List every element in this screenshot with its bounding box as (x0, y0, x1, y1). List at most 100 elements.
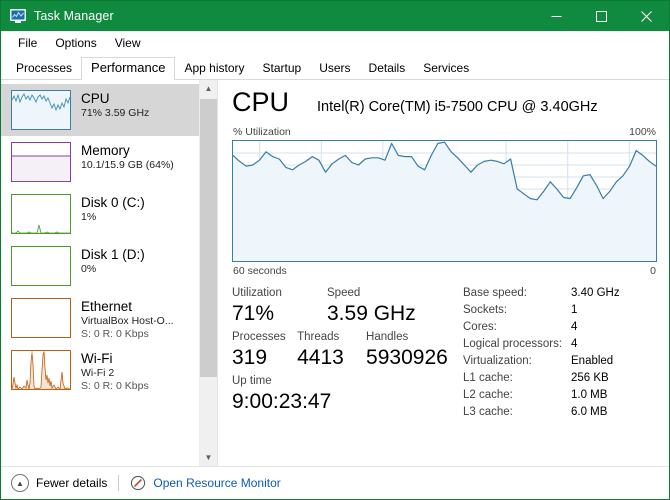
stat-handles-label: Handles (366, 331, 409, 343)
menu-view[interactable]: View (106, 33, 150, 53)
stats-row-utilization: Utilization 71% Speed 3.59 GHz (232, 285, 457, 327)
system-info-grid: Base speed: 3.40 GHz Sockets: 1 Cores: 4… (457, 285, 657, 466)
stat-uptime-label: Up time (232, 375, 272, 387)
cpu-utilization-graph[interactable] (232, 140, 657, 262)
graph-bottom-axis: 60 seconds 0 (232, 265, 657, 277)
minimize-button[interactable] (534, 1, 579, 31)
graph-x-left-label: 60 seconds (233, 265, 287, 277)
tab-processes[interactable]: Processes (7, 57, 81, 80)
tab-details[interactable]: Details (360, 57, 415, 80)
fewer-details-button[interactable]: ▲ Fewer details (11, 474, 107, 492)
scroll-down-button[interactable]: ▼ (200, 449, 217, 466)
maximize-button[interactable] (579, 1, 624, 31)
sidebar-item-ethernet-title: Ethernet (81, 299, 133, 314)
close-button[interactable] (624, 1, 669, 31)
sysinfo-l2-cache-label: L2 cache: (463, 389, 513, 401)
sysinfo-cores-label: Cores: (463, 321, 497, 333)
sidebar-item-memory[interactable]: Memory 10.1/15.9 GB (64%) (1, 136, 199, 188)
sysinfo-base-speed-label: Base speed: (463, 287, 527, 299)
content-area: CPU 71% 3.59 GHz Memory 10.1/15.9 GB (64… (1, 80, 669, 466)
sysinfo-cores-value: 4 (571, 321, 578, 333)
window-title: Task Manager (34, 9, 114, 23)
stat-processes: Processes 319 (232, 329, 297, 371)
sidebar-item-cpu-title: CPU (81, 91, 110, 106)
stats-row-processes: Processes 319 Threads 4413 Handles 59309… (232, 329, 457, 371)
menubar: File Options View (1, 31, 669, 55)
sysinfo-l1-cache-label: L1 cache: (463, 372, 513, 384)
sidebar-item-cpu[interactable]: CPU 71% 3.59 GHz (1, 84, 199, 136)
stat-handles-value: 5930926 (366, 346, 448, 369)
sidebar-item-disk1-title: Disk 1 (D:) (81, 247, 145, 262)
stats-column: Utilization 71% Speed 3.59 GHz Processes… (232, 285, 457, 466)
sysinfo-sockets-value: 1 (571, 304, 578, 316)
wifi-thumbnail-graph (11, 350, 71, 390)
sidebar-item-wifi-title: Wi-Fi (81, 351, 113, 366)
sysinfo-logical-processors-label: Logical processors: (463, 338, 563, 350)
scrollbar-thumb[interactable] (200, 99, 217, 377)
stat-threads: Threads 4413 (297, 329, 366, 371)
sidebar-item-memory-sub: 10.1/15.9 GB (64%) (81, 159, 174, 171)
graph-y-label: % Utilization (233, 126, 291, 138)
cpu-thumbnail-graph (11, 90, 71, 130)
sidebar-scrollbar[interactable]: ▲ ▼ (199, 80, 217, 466)
sidebar-item-disk0[interactable]: Disk 0 (C:) 1% (1, 188, 199, 240)
tab-startup[interactable]: Startup (253, 57, 310, 80)
graph-y-max-label: 100% (629, 126, 656, 138)
stat-handles: Handles 5930926 (366, 329, 457, 371)
stat-processes-value: 319 (232, 346, 268, 369)
stat-processes-label: Processes (232, 331, 286, 343)
resource-monitor-icon (130, 475, 146, 491)
scroll-up-button[interactable]: ▲ (200, 80, 217, 97)
disk0-thumbnail-graph (11, 194, 71, 234)
sysinfo-logical-processors-value: 4 (571, 338, 578, 350)
resource-list: CPU 71% 3.59 GHz Memory 10.1/15.9 GB (64… (1, 80, 199, 466)
stat-utilization: Utilization 71% (232, 285, 327, 327)
disk1-thumbnail-graph (11, 246, 71, 286)
sysinfo-l3-cache-value: 6.0 MB (571, 406, 608, 418)
sidebar-item-ethernet[interactable]: Ethernet VirtualBox Host-O... S: 0 R: 0 … (1, 292, 199, 344)
sidebar-item-ethernet-text: Ethernet VirtualBox Host-O... S: 0 R: 0 … (81, 298, 174, 341)
stats-area: Utilization 71% Speed 3.59 GHz Processes… (232, 285, 657, 466)
sysinfo-virtualization-value: Enabled (571, 355, 614, 367)
scrollbar-track[interactable] (200, 97, 217, 449)
stat-uptime-value: 9:00:23:47 (232, 390, 332, 413)
tab-performance[interactable]: Performance (81, 57, 176, 80)
tab-users[interactable]: Users (310, 57, 359, 80)
cpu-graph-area (233, 142, 656, 261)
sysinfo-sockets-label: Sockets: (463, 304, 508, 316)
page-title: CPU (232, 87, 290, 117)
stat-speed-value: 3.59 GHz (327, 302, 416, 325)
stat-threads-label: Threads (297, 331, 340, 343)
sidebar-item-disk0-sub: 1% (81, 211, 97, 223)
sidebar-item-wifi-rate: S: 0 R: 0 Kbps (81, 380, 149, 392)
window-controls (534, 1, 669, 31)
titlebar: Task Manager (1, 1, 669, 31)
open-resource-monitor-button[interactable]: Open Resource Monitor (130, 475, 281, 491)
stat-utilization-label: Utilization (232, 287, 282, 299)
resource-sidebar: CPU 71% 3.59 GHz Memory 10.1/15.9 GB (64… (1, 80, 218, 466)
sidebar-item-wifi-text: Wi-Fi Wi-Fi 2 S: 0 R: 0 Kbps (81, 350, 149, 393)
task-manager-window: Task Manager File Options View Processes… (0, 0, 670, 500)
cpu-graph-svg (233, 141, 656, 261)
graph-x-right-label: 0 (650, 265, 656, 277)
sidebar-item-cpu-text: CPU 71% 3.59 GHz (81, 90, 149, 120)
tabstrip: Processes Performance App history Startu… (1, 55, 669, 80)
menu-file[interactable]: File (9, 33, 46, 53)
sidebar-item-disk0-text: Disk 0 (C:) 1% (81, 194, 145, 224)
task-manager-icon (9, 8, 27, 24)
tab-app-history[interactable]: App history (175, 57, 253, 80)
sidebar-item-memory-title: Memory (81, 143, 130, 158)
sidebar-item-disk1[interactable]: Disk 1 (D:) 0% (1, 240, 199, 292)
tab-services[interactable]: Services (414, 57, 478, 80)
statusbar-divider (118, 475, 120, 491)
sidebar-item-disk1-sub: 0% (81, 263, 97, 275)
stat-uptime: Up time 9:00:23:47 (232, 373, 392, 415)
sidebar-item-disk0-title: Disk 0 (C:) (81, 195, 145, 210)
cpu-detail-panel: CPU Intel(R) Core(TM) i5-7500 CPU @ 3.40… (218, 80, 669, 466)
sidebar-item-wifi[interactable]: Wi-Fi Wi-Fi 2 S: 0 R: 0 Kbps (1, 344, 199, 396)
stats-row-uptime: Up time 9:00:23:47 (232, 373, 457, 415)
sysinfo-l2-cache-value: 1.0 MB (571, 389, 608, 401)
sidebar-item-memory-text: Memory 10.1/15.9 GB (64%) (81, 142, 174, 172)
menu-options[interactable]: Options (46, 33, 105, 53)
sidebar-item-cpu-sub: 71% 3.59 GHz (81, 107, 150, 119)
